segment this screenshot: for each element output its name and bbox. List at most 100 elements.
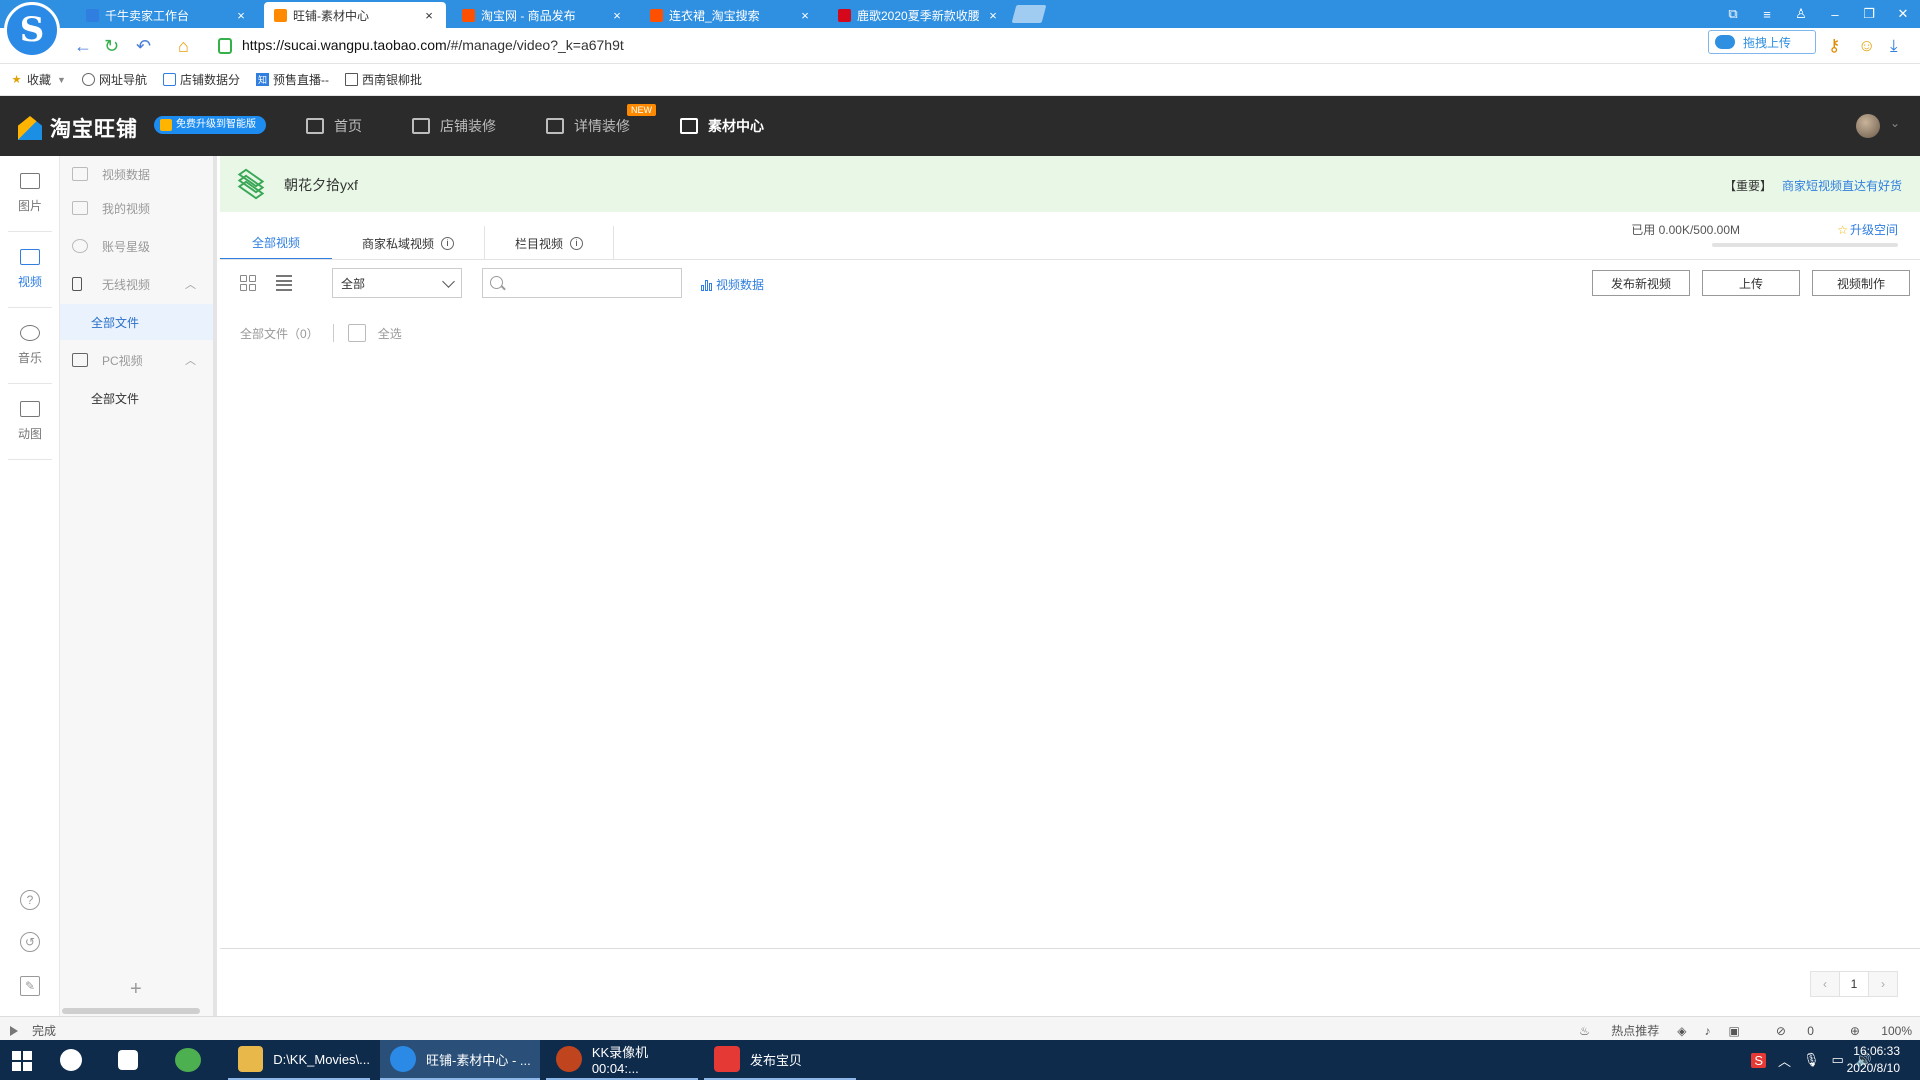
download-icon[interactable]: ⤓ [1890,36,1898,56]
close-icon[interactable]: × [422,8,436,23]
page-number[interactable]: 1 [1839,971,1869,997]
windows-start-icon[interactable] [12,1051,32,1071]
browser-tab-sucai[interactable]: 旺铺-素材中心 × [264,2,446,28]
window-close-icon[interactable]: ✕ [1886,6,1920,22]
cloud-upload-button[interactable]: 拖拽上传 [1708,30,1816,54]
feedback-edit-icon[interactable]: ✎ [20,976,40,996]
close-icon[interactable]: × [986,8,1000,23]
close-icon[interactable]: × [798,8,812,23]
info-icon[interactable]: i [570,236,584,250]
play-icon[interactable] [10,1025,18,1036]
bookmark-presale[interactable]: 知预售直播-- [255,71,329,88]
rail-item-music[interactable]: 音乐 [8,308,52,384]
tab-column-videos[interactable]: 栏目视频 i [485,226,615,260]
sync-app-icon[interactable] [175,1048,201,1072]
nav-store-decoration[interactable]: 店铺装修 [412,96,496,156]
close-icon[interactable]: × [610,8,624,23]
refresh-icon[interactable]: ↻ [104,36,119,57]
help-icon[interactable]: ? [20,890,40,910]
back-icon[interactable]: ← [74,36,92,57]
url-field[interactable]: https://sucai.wangpu.taobao.com/#/manage… [242,37,624,53]
prev-page-button[interactable]: ‹ [1810,971,1840,997]
rail-item-video[interactable]: 视频 [8,232,52,308]
upgrade-space-link[interactable]: ☆ 升级空间 [1837,221,1898,238]
taskbar-app-explorer[interactable]: D:\KK_Movies\... [228,1040,370,1080]
system-clock[interactable]: 16:06:33 2020/8/10 [1847,1043,1900,1077]
zoom-level[interactable]: ⊕ 100% [1832,1024,1912,1038]
key-icon[interactable]: ⚷ [1828,36,1840,56]
subnav-video-data[interactable]: 视频数据 [60,156,210,192]
browser-tab-search[interactable]: 连衣裙_淘宝搜索 × [640,2,822,28]
taskbar-app-kk-recorder[interactable]: KK录像机 00:04:... [546,1040,698,1080]
grid-view-icon[interactable] [240,275,256,291]
horizontal-scrollbar[interactable] [62,1008,200,1014]
undo-close-icon[interactable]: ↶ [136,36,151,57]
tab-private-videos[interactable]: 商家私域视频 i [332,226,486,260]
nav-home[interactable]: 首页 [306,96,362,156]
notice-link[interactable]: 商家短视频直达有好货 [1782,177,1902,194]
video-production-button[interactable]: 视频制作 [1812,270,1910,296]
list-view-icon[interactable] [276,275,292,291]
taskbar-app-browser[interactable]: 旺铺-素材中心 - ... [380,1040,540,1080]
select-all-checkbox[interactable] [347,324,366,342]
subnav-my-videos[interactable]: 我的视频 [60,190,210,226]
adblock-counter[interactable]: ⊘ 0 [1758,1024,1814,1038]
menu-icon[interactable]: ≡ [1750,7,1784,22]
network-icon[interactable]: ▭ [1832,1052,1844,1068]
browser-tab-publish[interactable]: 淘宝网 - 商品发布 × [452,2,634,28]
home-icon[interactable]: ⌂ [178,36,189,57]
browser-tab-qianniu[interactable]: 千牛卖家工作台 × [76,2,258,28]
calculator-icon[interactable] [118,1050,138,1070]
support-icon[interactable]: ↺ [20,932,40,952]
subnav-account-stars[interactable]: 账号星级 [60,228,210,264]
browser-tab-tmall[interactable]: 鹿歌2020夏季新款收腰 × [828,2,1010,28]
sidebar-toggle-icon[interactable]: ⧉ [1716,6,1750,22]
shield-icon[interactable]: ◈ [1677,1024,1686,1038]
close-icon[interactable]: × [234,8,248,23]
speaker-icon[interactable]: ♪ [1704,1024,1710,1038]
select-all-label[interactable]: 全选 [378,325,402,342]
bookmark-xinan[interactable]: 西南银柳批 [344,71,422,88]
video-filter-select[interactable]: 全部 [332,268,462,298]
subnav-pc-all-files[interactable]: 全部文件 [60,380,213,416]
bookmark-favorites[interactable]: ★ 收藏 ▼ [10,71,66,88]
rail-item-gif[interactable]: 动图 [8,384,52,460]
ime-icon[interactable]: S [1751,1052,1766,1068]
new-tab-button[interactable] [1011,5,1047,23]
add-folder-button[interactable]: + [130,978,142,1001]
subnav-mobile-all-files[interactable]: 全部文件 [60,304,213,340]
rail-item-image[interactable]: 图片 [8,156,52,232]
chevron-up-icon[interactable]: ︿ [1778,1051,1791,1070]
search-input[interactable] [509,273,677,293]
minimize-icon[interactable]: – [1818,7,1852,22]
microphone-icon[interactable]: 🎙 [1803,1052,1820,1068]
lock-icon[interactable]: ▣ [1728,1024,1739,1038]
taskbar-app-publish[interactable]: 发布宝贝 [704,1040,856,1080]
bookmark-nav[interactable]: 网址导航 [81,71,147,88]
nav-material-center[interactable]: 素材中心 [680,96,764,156]
hot-recommend[interactable]: ♨ 热点推荐 [1561,1022,1659,1039]
brand[interactable]: 淘宝旺铺 [18,113,138,143]
media-player-icon[interactable] [60,1049,82,1071]
publish-new-video-button[interactable]: 发布新视频 [1592,270,1690,296]
info-icon[interactable]: i [441,236,455,250]
video-data-link[interactable]: 视频数据 [701,276,764,293]
restore-icon[interactable]: ❐ [1852,6,1886,22]
skin-icon[interactable]: ♙ [1784,6,1818,22]
chevron-down-icon[interactable]: ⌄ [1890,116,1900,130]
subnav-pc-video[interactable]: PC视频 ︿ [60,342,210,378]
nav-detail-decoration[interactable]: 详情装修 NEW [546,96,656,156]
upload-button[interactable]: 上传 [1702,270,1800,296]
bookmark-shop-data[interactable]: 店铺数据分 [162,71,240,88]
window-controls: ⧉ ≡ ♙ – ❐ ✕ [1716,0,1920,28]
browser-logo[interactable]: S [4,2,60,58]
subnav-mobile-video[interactable]: 无线视频 ︿ [60,266,210,302]
upgrade-badge[interactable]: 免费升级到智能版 [154,116,266,134]
bookmarks-bar: ★ 收藏 ▼ 网址导航 店铺数据分 知预售直播-- 西南银柳批 [0,64,1920,96]
search-box[interactable] [482,268,682,298]
nav-label: 详情装修 [574,118,630,134]
next-page-button[interactable]: › [1868,971,1898,997]
tab-all-videos[interactable]: 全部视频 [220,226,333,260]
avatar[interactable] [1856,114,1880,138]
emoji-icon[interactable]: ☺ [1858,36,1875,56]
